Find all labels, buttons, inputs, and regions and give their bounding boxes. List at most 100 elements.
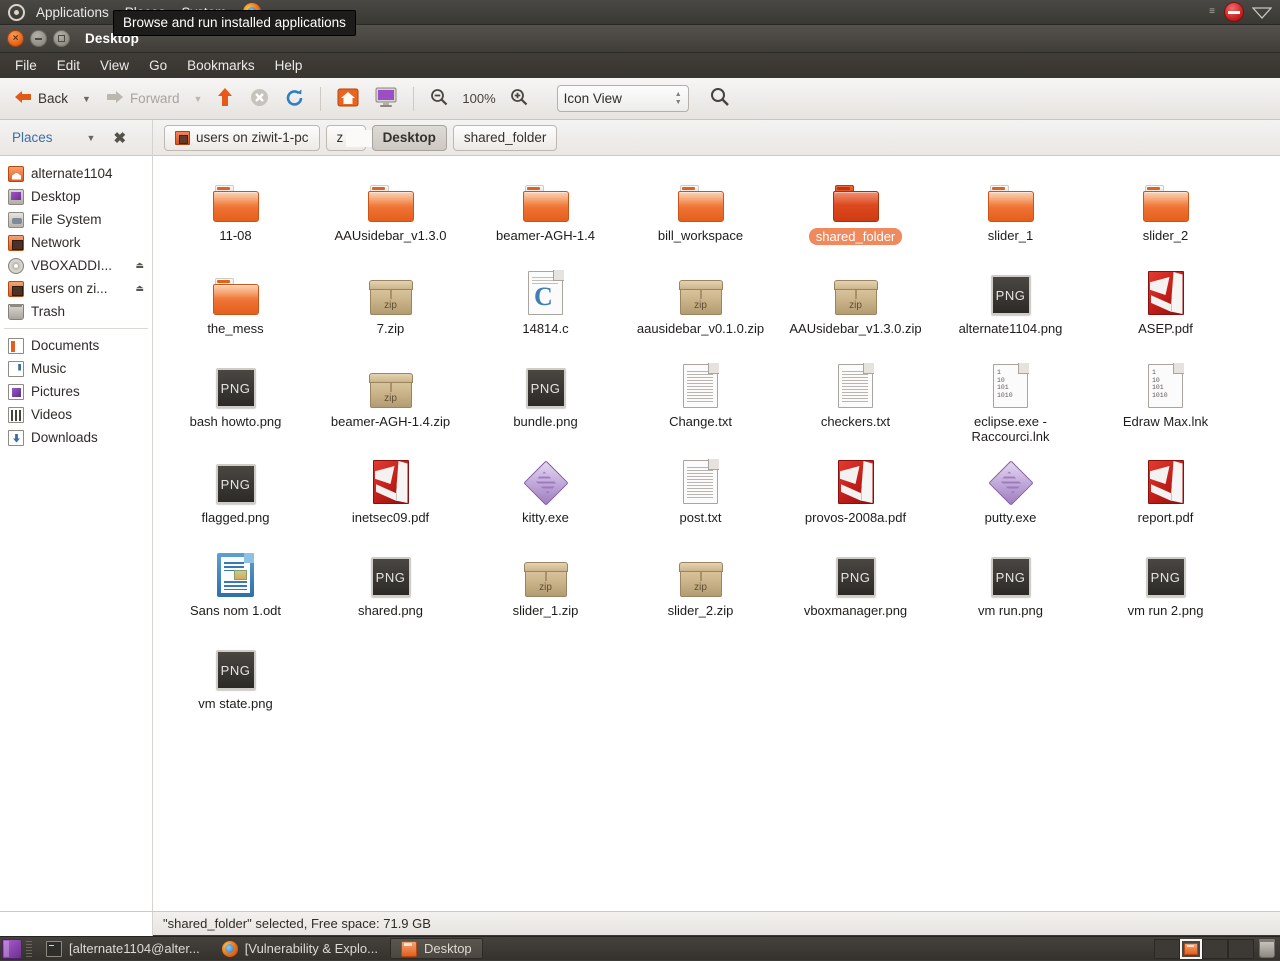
update-blocked-icon[interactable] <box>1224 2 1244 22</box>
menu-go[interactable]: Go <box>140 55 176 76</box>
sidebar-item-downloads[interactable]: Downloads <box>0 426 152 449</box>
file-item[interactable]: zipAAUsidebar_v1.3.0.zip <box>778 259 933 352</box>
trash-icon[interactable] <box>1259 940 1275 958</box>
file-item[interactable]: PNGshared.png <box>313 541 468 634</box>
file-item[interactable]: Sans nom 1.odt <box>158 541 313 634</box>
file-item[interactable]: inetsec09.pdf <box>313 448 468 541</box>
archive-icon-art: zip <box>679 560 723 597</box>
sidebar-item-file-system[interactable]: File System <box>0 208 152 231</box>
breadcrumb-item-redacted[interactable]: z 1 <box>326 125 366 151</box>
file-item[interactable]: provos-2008a.pdf <box>778 448 933 541</box>
taskbar-window-button[interactable]: Desktop <box>390 938 483 959</box>
eject-icon[interactable]: ⏏ <box>135 260 144 271</box>
file-item[interactable]: PNGvboxmanager.png <box>778 541 933 634</box>
sidebar-item-vboxaddi[interactable]: VBOXADDI...⏏ <box>0 254 152 277</box>
file-item[interactable]: PNGbash howto.png <box>158 352 313 448</box>
file-item[interactable]: zipbeamer-AGH-1.4.zip <box>313 352 468 448</box>
stop-button[interactable] <box>243 84 276 114</box>
sidebar-item-trash[interactable]: Trash <box>0 300 152 323</box>
breadcrumb-item-shared-folder[interactable]: shared_folder <box>453 125 558 151</box>
file-item[interactable]: Change.txt <box>623 352 778 448</box>
workspace-folder-icon[interactable] <box>1180 939 1202 959</box>
breadcrumb-item-desktop[interactable]: Desktop <box>372 125 447 151</box>
maximize-window-button[interactable] <box>53 30 70 47</box>
sidebar-item-videos[interactable]: Videos <box>0 403 152 426</box>
forward-button[interactable]: Forward <box>98 85 187 112</box>
sidebar-item-network[interactable]: Network <box>0 231 152 254</box>
up-button[interactable] <box>209 83 241 114</box>
ubuntu-logo-icon[interactable] <box>8 4 25 21</box>
sidebar-item-pictures[interactable]: Pictures <box>0 380 152 403</box>
sidebar-item-users-on-zi[interactable]: users on zi...⏏ <box>0 277 152 300</box>
file-item[interactable]: C14814.c <box>468 259 623 352</box>
folder-icon-art <box>678 185 724 222</box>
show-desktop-icon[interactable] <box>2 939 22 959</box>
file-item[interactable]: 1101011010Edraw Max.lnk <box>1088 352 1243 448</box>
sidebar-item-documents[interactable]: Documents <box>0 334 152 357</box>
view-mode-select[interactable]: Icon View ▲▼ <box>557 85 689 112</box>
file-item[interactable]: putty.exe <box>933 448 1088 541</box>
file-item[interactable]: bill_workspace <box>623 166 778 259</box>
taskbar-grip[interactable] <box>26 941 32 957</box>
close-window-button[interactable]: × <box>7 30 24 47</box>
computer-button[interactable] <box>368 83 404 114</box>
sidebar-item-desktop[interactable]: Desktop <box>0 185 152 208</box>
workspace-1[interactable] <box>1154 939 1180 959</box>
panel-menu-applications[interactable]: Applications <box>31 3 114 22</box>
file-item[interactable]: slider_1 <box>933 166 1088 259</box>
file-item[interactable]: PNGvm state.png <box>158 634 313 727</box>
forward-history-dropdown[interactable]: ▼ <box>188 90 207 108</box>
menu-help[interactable]: Help <box>266 55 312 76</box>
icon-view[interactable]: 11-08AAUsidebar_v1.3.0beamer-AGH-1.4 bill… <box>153 156 1280 911</box>
menu-bookmarks[interactable]: Bookmarks <box>178 55 264 76</box>
eject-icon[interactable]: ⏏ <box>135 283 144 294</box>
folder-icon-art <box>988 185 1034 222</box>
file-item[interactable]: PNGbundle.png <box>468 352 623 448</box>
minimize-window-button[interactable] <box>30 30 47 47</box>
taskbar-window-button[interactable]: [alternate1104@alter... <box>36 938 210 959</box>
file-item[interactable]: beamer-AGH-1.4 <box>468 166 623 259</box>
file-item[interactable]: kitty.exe <box>468 448 623 541</box>
file-item[interactable]: PNGvm run.png <box>933 541 1088 634</box>
file-item[interactable]: slider_2 <box>1088 166 1243 259</box>
file-item[interactable]: AAUsidebar_v1.3.0 <box>313 166 468 259</box>
back-button[interactable]: Back <box>6 85 75 112</box>
home-button[interactable] <box>330 83 366 114</box>
zoom-out-button[interactable] <box>423 84 455 113</box>
taskbar-window-button[interactable]: [Vulnerability & Explo... <box>212 938 388 959</box>
file-item[interactable]: 1101011010eclipse.exe - Raccourci.lnk <box>933 352 1088 448</box>
file-item[interactable]: zipslider_2.zip <box>623 541 778 634</box>
file-item[interactable]: zipaausidebar_v0.1.0.zip <box>623 259 778 352</box>
odt-document-icon <box>217 549 254 597</box>
file-item[interactable]: zip7.zip <box>313 259 468 352</box>
file-name-label: 14814.c <box>522 321 568 336</box>
zoom-in-button[interactable] <box>503 84 535 113</box>
breadcrumb-item-share[interactable]: users on ziwit-1-pc <box>164 125 320 151</box>
sidebar-item-music[interactable]: Music <box>0 357 152 380</box>
workspace-3[interactable] <box>1202 939 1228 959</box>
close-icon[interactable]: ✖ <box>113 129 126 147</box>
chevron-down-icon[interactable]: ▼ <box>87 133 96 143</box>
file-item[interactable]: PNGvm run 2.png <box>1088 541 1243 634</box>
file-item[interactable]: report.pdf <box>1088 448 1243 541</box>
file-item[interactable]: 11-08 <box>158 166 313 259</box>
menu-file[interactable]: File <box>6 55 46 76</box>
menu-view[interactable]: View <box>91 55 138 76</box>
sidebar-item-alternate1104[interactable]: alternate1104 <box>0 162 152 185</box>
file-item[interactable]: ASEP.pdf <box>1088 259 1243 352</box>
file-item[interactable]: shared_folder <box>778 166 933 259</box>
reload-button[interactable] <box>278 84 311 114</box>
file-item[interactable]: the_mess <box>158 259 313 352</box>
file-item[interactable]: PNGalternate1104.png <box>933 259 1088 352</box>
menu-edit[interactable]: Edit <box>48 55 89 76</box>
back-history-dropdown[interactable]: ▼ <box>77 90 96 108</box>
file-item[interactable]: checkers.txt <box>778 352 933 448</box>
file-name-label: bill_workspace <box>658 228 743 243</box>
file-name-label: alternate1104.png <box>959 321 1063 336</box>
file-item[interactable]: post.txt <box>623 448 778 541</box>
file-item[interactable]: PNGflagged.png <box>158 448 313 541</box>
search-button[interactable] <box>703 83 737 114</box>
wifi-icon[interactable] <box>1252 5 1272 19</box>
file-item[interactable]: zipslider_1.zip <box>468 541 623 634</box>
workspace-4[interactable] <box>1228 939 1254 959</box>
